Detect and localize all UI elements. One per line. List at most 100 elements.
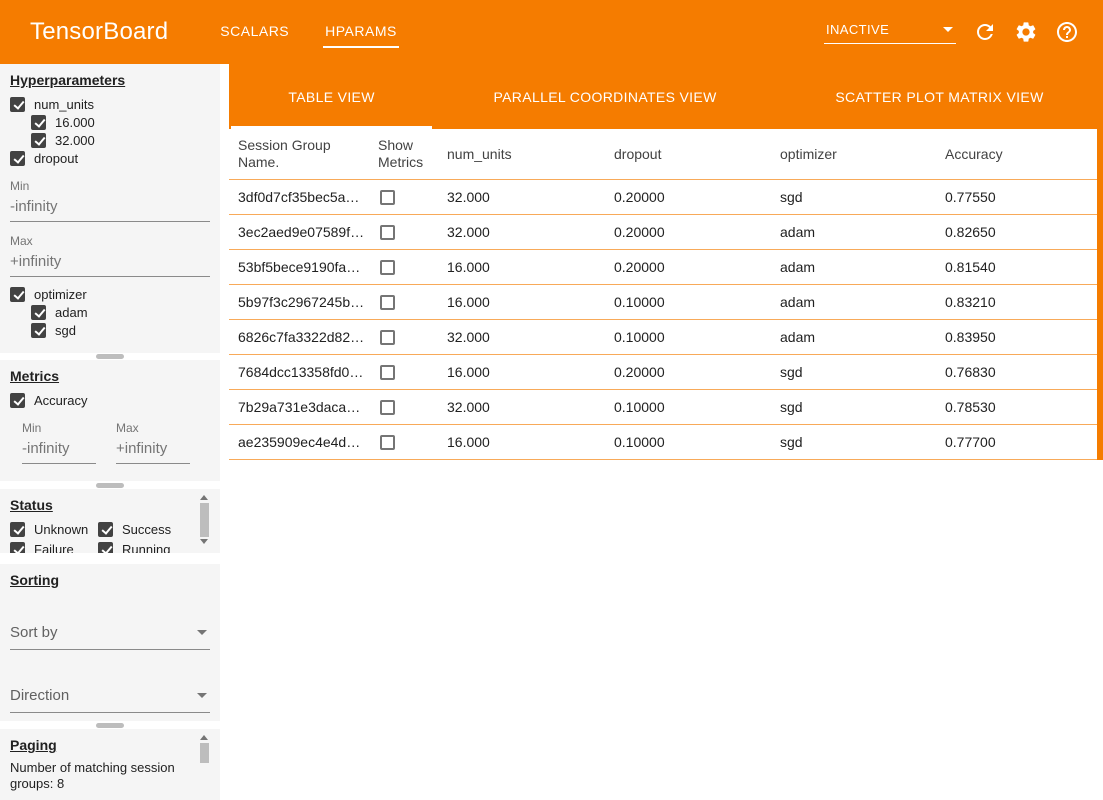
hparam-num-units-label: num_units (34, 97, 94, 112)
show-metrics-checkbox[interactable] (380, 295, 395, 310)
metrics-section: Metrics Accuracy Min Max (0, 360, 220, 481)
paging-heading: Paging (10, 737, 210, 753)
session-groups-table: Session Group Name. Show Metrics num_uni… (229, 129, 1103, 460)
status-running[interactable]: Running (98, 540, 190, 553)
tab-scatter-plot-matrix-label: SCATTER PLOT MATRIX VIEW (835, 89, 1043, 105)
optimizer-value: sgd (780, 364, 945, 380)
header-session-group-name: Session Group Name. (238, 137, 378, 171)
session-group-name: ae235909ec4e4d… (238, 434, 378, 450)
checkbox-checked-icon[interactable] (10, 542, 25, 553)
tab-scatter-plot-matrix-view[interactable]: SCATTER PLOT MATRIX VIEW (776, 64, 1103, 129)
checkbox-checked-icon[interactable] (10, 97, 25, 112)
show-metrics-checkbox[interactable] (380, 225, 395, 240)
status-success-label: Success (122, 522, 171, 537)
value-label: sgd (55, 323, 76, 338)
status-unknown-label: Unknown (34, 522, 88, 537)
checkbox-checked-icon[interactable] (98, 542, 113, 553)
show-metrics-checkbox[interactable] (380, 400, 395, 415)
scroll-down-icon[interactable] (200, 539, 208, 544)
hparam-dropout-label: dropout (34, 151, 78, 166)
metric-accuracy[interactable]: Accuracy (10, 391, 210, 409)
tab-scalars[interactable]: SCALARS (202, 0, 307, 64)
section-divider (0, 353, 220, 361)
status-failure[interactable]: Failure (10, 540, 98, 553)
section-divider (0, 553, 220, 564)
hparam-dropout[interactable]: dropout (10, 149, 210, 167)
gear-icon[interactable] (1014, 20, 1038, 44)
app-toolbar: TensorBoard SCALARS HPARAMS INACTIVE (0, 0, 1103, 64)
checkbox-checked-icon[interactable] (31, 115, 46, 130)
dropout-value: 0.10000 (614, 329, 780, 345)
accuracy-value: 0.76830 (945, 364, 1093, 380)
show-metrics-checkbox[interactable] (380, 260, 395, 275)
metric-max-input[interactable] (116, 435, 190, 464)
hparam-num-units-value-16[interactable]: 16.000 (31, 113, 210, 131)
optimizer-value: sgd (780, 399, 945, 415)
tab-parallel-coordinates-label: PARALLEL COORDINATES VIEW (493, 89, 716, 105)
optimizer-value: adam (780, 294, 945, 310)
checkbox-checked-icon[interactable] (31, 305, 46, 320)
tab-parallel-coordinates-view[interactable]: PARALLEL COORDINATES VIEW (434, 64, 776, 129)
dropout-value: 0.10000 (614, 294, 780, 310)
dropout-value: 0.20000 (614, 364, 780, 380)
hparam-num-units-value-32[interactable]: 32.000 (31, 131, 210, 149)
show-metrics-checkbox[interactable] (380, 190, 395, 205)
sort-by-select[interactable]: Sort by (10, 620, 210, 650)
hyperparameters-heading: Hyperparameters (10, 72, 210, 88)
checkbox-checked-icon[interactable] (31, 323, 46, 338)
scrollbar-thumb[interactable] (200, 503, 209, 537)
show-metrics-checkbox[interactable] (380, 435, 395, 450)
status-running-label: Running (122, 542, 170, 553)
checkbox-checked-icon[interactable] (98, 522, 113, 537)
dropout-min-label: Min (10, 179, 210, 193)
resize-handle[interactable] (96, 354, 124, 359)
scrollbar-thumb[interactable] (200, 743, 209, 763)
view-tabs: TABLE VIEW PARALLEL COORDINATES VIEW SCA… (229, 64, 1103, 129)
optimizer-value: sgd (780, 189, 945, 205)
metric-min-input[interactable] (22, 435, 96, 464)
toolbar-actions: INACTIVE (824, 20, 1079, 44)
checkbox-checked-icon[interactable] (10, 287, 25, 302)
direction-select[interactable]: Direction (10, 683, 210, 713)
hparam-optimizer-value-sgd[interactable]: sgd (31, 321, 210, 339)
tab-hparams[interactable]: HPARAMS (307, 0, 415, 64)
metric-accuracy-label: Accuracy (34, 393, 87, 408)
dropout-min-input[interactable] (10, 193, 210, 222)
checkbox-checked-icon[interactable] (10, 393, 25, 408)
num-units-value: 32.000 (447, 329, 614, 345)
status-options: Unknown Success Failure Running (10, 520, 190, 553)
checkbox-checked-icon[interactable] (10, 522, 25, 537)
metric-max-label: Max (116, 421, 190, 435)
reload-interval-select[interactable]: INACTIVE (824, 20, 956, 44)
dropout-max-input[interactable] (10, 248, 210, 277)
session-group-name: 7684dcc13358fd0… (238, 364, 378, 380)
table-right-scrollbar[interactable] (1097, 129, 1103, 460)
status-unknown[interactable]: Unknown (10, 520, 98, 538)
checkbox-checked-icon[interactable] (10, 151, 25, 166)
show-metrics-checkbox[interactable] (380, 365, 395, 380)
hparam-optimizer[interactable]: optimizer (10, 285, 210, 303)
checkbox-checked-icon[interactable] (31, 133, 46, 148)
hparam-num-units[interactable]: num_units (10, 95, 210, 113)
hparam-optimizer-value-adam[interactable]: adam (31, 303, 210, 321)
help-icon[interactable] (1055, 20, 1079, 44)
resize-handle[interactable] (96, 723, 124, 728)
accuracy-value: 0.77550 (945, 189, 1093, 205)
metrics-heading: Metrics (10, 368, 210, 384)
value-label: 32.000 (55, 133, 95, 148)
status-heading: Status (10, 497, 210, 513)
hparams-sidebar: Hyperparameters num_units 16.000 32.000 … (0, 64, 220, 800)
status-scrollbar[interactable] (199, 495, 209, 551)
show-metrics-checkbox[interactable] (380, 330, 395, 345)
status-success[interactable]: Success (98, 520, 190, 538)
refresh-icon[interactable] (973, 20, 997, 44)
status-failure-label: Failure (34, 542, 74, 553)
hyperparameters-section: Hyperparameters num_units 16.000 32.000 … (0, 64, 220, 353)
resize-handle[interactable] (96, 483, 124, 488)
tab-table-view[interactable]: TABLE VIEW (229, 64, 434, 129)
optimizer-value: adam (780, 329, 945, 345)
session-group-name: 5b97f3c2967245b… (238, 294, 378, 310)
scroll-up-icon[interactable] (200, 495, 208, 500)
scroll-up-icon[interactable] (200, 735, 208, 740)
paging-scrollbar[interactable] (199, 735, 209, 781)
